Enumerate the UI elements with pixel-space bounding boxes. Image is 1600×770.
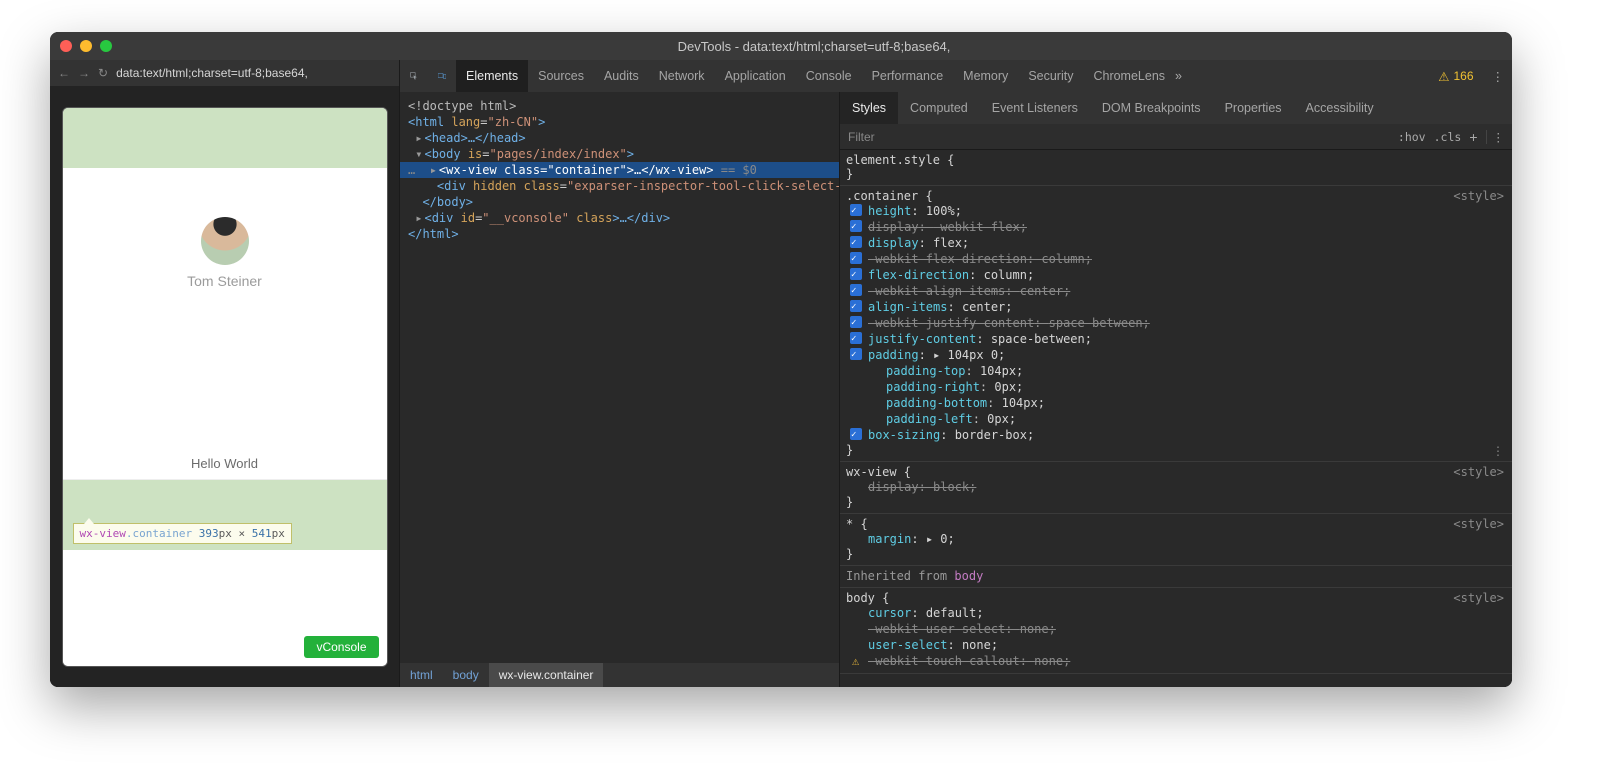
rule-container: .container { <style> height: 100%;displa…: [840, 186, 1512, 462]
rule-wxview: wx-view { <style> display: block; }: [840, 462, 1512, 514]
crumb-body[interactable]: body: [443, 663, 489, 687]
address-bar[interactable]: data:text/html;charset=utf-8;base64,: [116, 66, 308, 80]
tab-security[interactable]: Security: [1018, 60, 1083, 92]
styles-panel: Styles Computed Event Listeners DOM Brea…: [840, 60, 1512, 687]
checkbox-icon[interactable]: [850, 332, 862, 344]
checkbox-icon[interactable]: [850, 284, 862, 296]
dom-selected-node: … ▸<wx-view class="container">…</wx-view…: [400, 162, 839, 178]
tab-performance[interactable]: Performance: [862, 60, 954, 92]
css-property[interactable]: box-sizing: border-box;: [846, 427, 1506, 443]
css-property[interactable]: cursor: default;: [846, 605, 1506, 621]
settings-icon[interactable]: ⋮: [1492, 69, 1505, 84]
main-tabs: Elements Sources Audits Network Applicat…: [400, 60, 1512, 92]
checkbox-icon[interactable]: [850, 268, 862, 280]
css-property[interactable]: justify-content: space-between;: [846, 331, 1506, 347]
tab-properties[interactable]: Properties: [1213, 92, 1294, 124]
css-property[interactable]: padding-top: 104px;: [846, 363, 1506, 379]
css-property[interactable]: -webkit-justify-content: space-between;: [846, 315, 1506, 331]
filter-row: :hov .cls + ⋮: [840, 124, 1512, 150]
inherited-label: Inherited from body: [840, 566, 1512, 588]
css-property[interactable]: padding-bottom: 104px;: [846, 395, 1506, 411]
css-property[interactable]: display: -webkit-flex;: [846, 219, 1506, 235]
checkbox-icon[interactable]: [850, 316, 862, 328]
crumb-html[interactable]: html: [400, 663, 443, 687]
traffic-lights: [60, 40, 112, 52]
cls-toggle[interactable]: .cls: [1434, 130, 1462, 144]
warning-count[interactable]: 166: [1453, 69, 1473, 83]
css-property[interactable]: align-items: center;: [846, 299, 1506, 315]
tab-audits[interactable]: Audits: [594, 60, 649, 92]
element-tooltip: wx-view.container 393px × 541px: [73, 523, 292, 544]
rule-body: body { <style> cursor: default;-webkit-u…: [840, 588, 1512, 674]
css-property[interactable]: -webkit-align-items: center;: [846, 283, 1506, 299]
tab-application[interactable]: Application: [715, 60, 796, 92]
css-property[interactable]: display: flex;: [846, 235, 1506, 251]
css-property[interactable]: flex-direction: column;: [846, 267, 1506, 283]
css-property[interactable]: padding: ▸ 104px 0;: [846, 347, 1506, 363]
styles-content[interactable]: element.style { } .container { <style> h…: [840, 150, 1512, 687]
tab-styles[interactable]: Styles: [840, 92, 898, 124]
new-style-button[interactable]: +: [1469, 129, 1477, 145]
avatar: [201, 217, 249, 265]
checkbox-icon[interactable]: [850, 428, 862, 440]
minimize-icon[interactable]: [80, 40, 92, 52]
css-property[interactable]: padding-right: 0px;: [846, 379, 1506, 395]
device-frame: Tom Steiner Hello World wx-view.containe…: [62, 107, 388, 667]
tab-accessibility[interactable]: Accessibility: [1294, 92, 1386, 124]
tab-network[interactable]: Network: [649, 60, 715, 92]
checkbox-icon[interactable]: [850, 204, 862, 216]
elements-panel: Elements Sources Audits Network Applicat…: [400, 60, 840, 687]
checkbox-icon[interactable]: [850, 252, 862, 264]
css-property[interactable]: -webkit-user-select: none;: [846, 621, 1506, 637]
checkbox-icon[interactable]: [850, 236, 862, 248]
rule-star: * { <style> margin: ▸ 0; }: [840, 514, 1512, 566]
tab-computed[interactable]: Computed: [898, 92, 980, 124]
css-property[interactable]: user-select: none;: [846, 637, 1506, 653]
close-icon[interactable]: [60, 40, 72, 52]
crumb-wxview[interactable]: wx-view.container: [489, 663, 604, 687]
tab-sources[interactable]: Sources: [528, 60, 594, 92]
tab-dom-breakpoints[interactable]: DOM Breakpoints: [1090, 92, 1213, 124]
tab-elements[interactable]: Elements: [456, 60, 528, 92]
reload-icon[interactable]: ↻: [98, 66, 108, 80]
checkbox-icon[interactable]: [850, 300, 862, 312]
breadcrumb: html body wx-view.container: [400, 663, 839, 687]
tabs-overflow-icon[interactable]: »: [1175, 69, 1182, 83]
vconsole-button[interactable]: vConsole: [304, 636, 378, 658]
window-title: DevTools - data:text/html;charset=utf-8;…: [126, 39, 1502, 54]
hov-toggle[interactable]: :hov: [1398, 130, 1426, 144]
forward-icon[interactable]: →: [78, 66, 90, 80]
warning-icon[interactable]: ⚠: [1438, 69, 1449, 84]
inspect-icon[interactable]: [400, 60, 428, 92]
warning-icon: ⚠: [852, 653, 859, 669]
titlebar: DevTools - data:text/html;charset=utf-8;…: [50, 32, 1512, 60]
tab-memory[interactable]: Memory: [953, 60, 1018, 92]
device-preview-panel: ← → ↻ data:text/html;charset=utf-8;base6…: [50, 60, 400, 687]
checkbox-icon[interactable]: [850, 220, 862, 232]
user-name: Tom Steiner: [187, 273, 262, 289]
filter-input[interactable]: [848, 130, 1390, 144]
back-icon[interactable]: ←: [58, 66, 70, 80]
sidebar-tabs: Styles Computed Event Listeners DOM Brea…: [840, 92, 1512, 124]
css-property[interactable]: ⚠-webkit-touch-callout: none;: [846, 653, 1506, 669]
devtools-window: DevTools - data:text/html;charset=utf-8;…: [50, 32, 1512, 687]
css-property[interactable]: padding-left: 0px;: [846, 411, 1506, 427]
tab-chromelens[interactable]: ChromeLens: [1083, 60, 1175, 92]
tab-event-listeners[interactable]: Event Listeners: [980, 92, 1090, 124]
tab-console[interactable]: Console: [796, 60, 862, 92]
device-toggle-icon[interactable]: [428, 60, 456, 92]
css-property[interactable]: height: 100%;: [846, 203, 1506, 219]
hello-text: Hello World: [63, 448, 387, 480]
css-property[interactable]: -webkit-flex-direction: column;: [846, 251, 1506, 267]
checkbox-icon[interactable]: [850, 348, 862, 360]
dom-tree[interactable]: <!doctype html> <html lang="zh-CN"> ▸<he…: [400, 92, 839, 663]
selector-element-style: element.style {: [846, 153, 1506, 167]
zoom-icon[interactable]: [100, 40, 112, 52]
navigation-toolbar: ← → ↻ data:text/html;charset=utf-8;base6…: [50, 60, 399, 86]
